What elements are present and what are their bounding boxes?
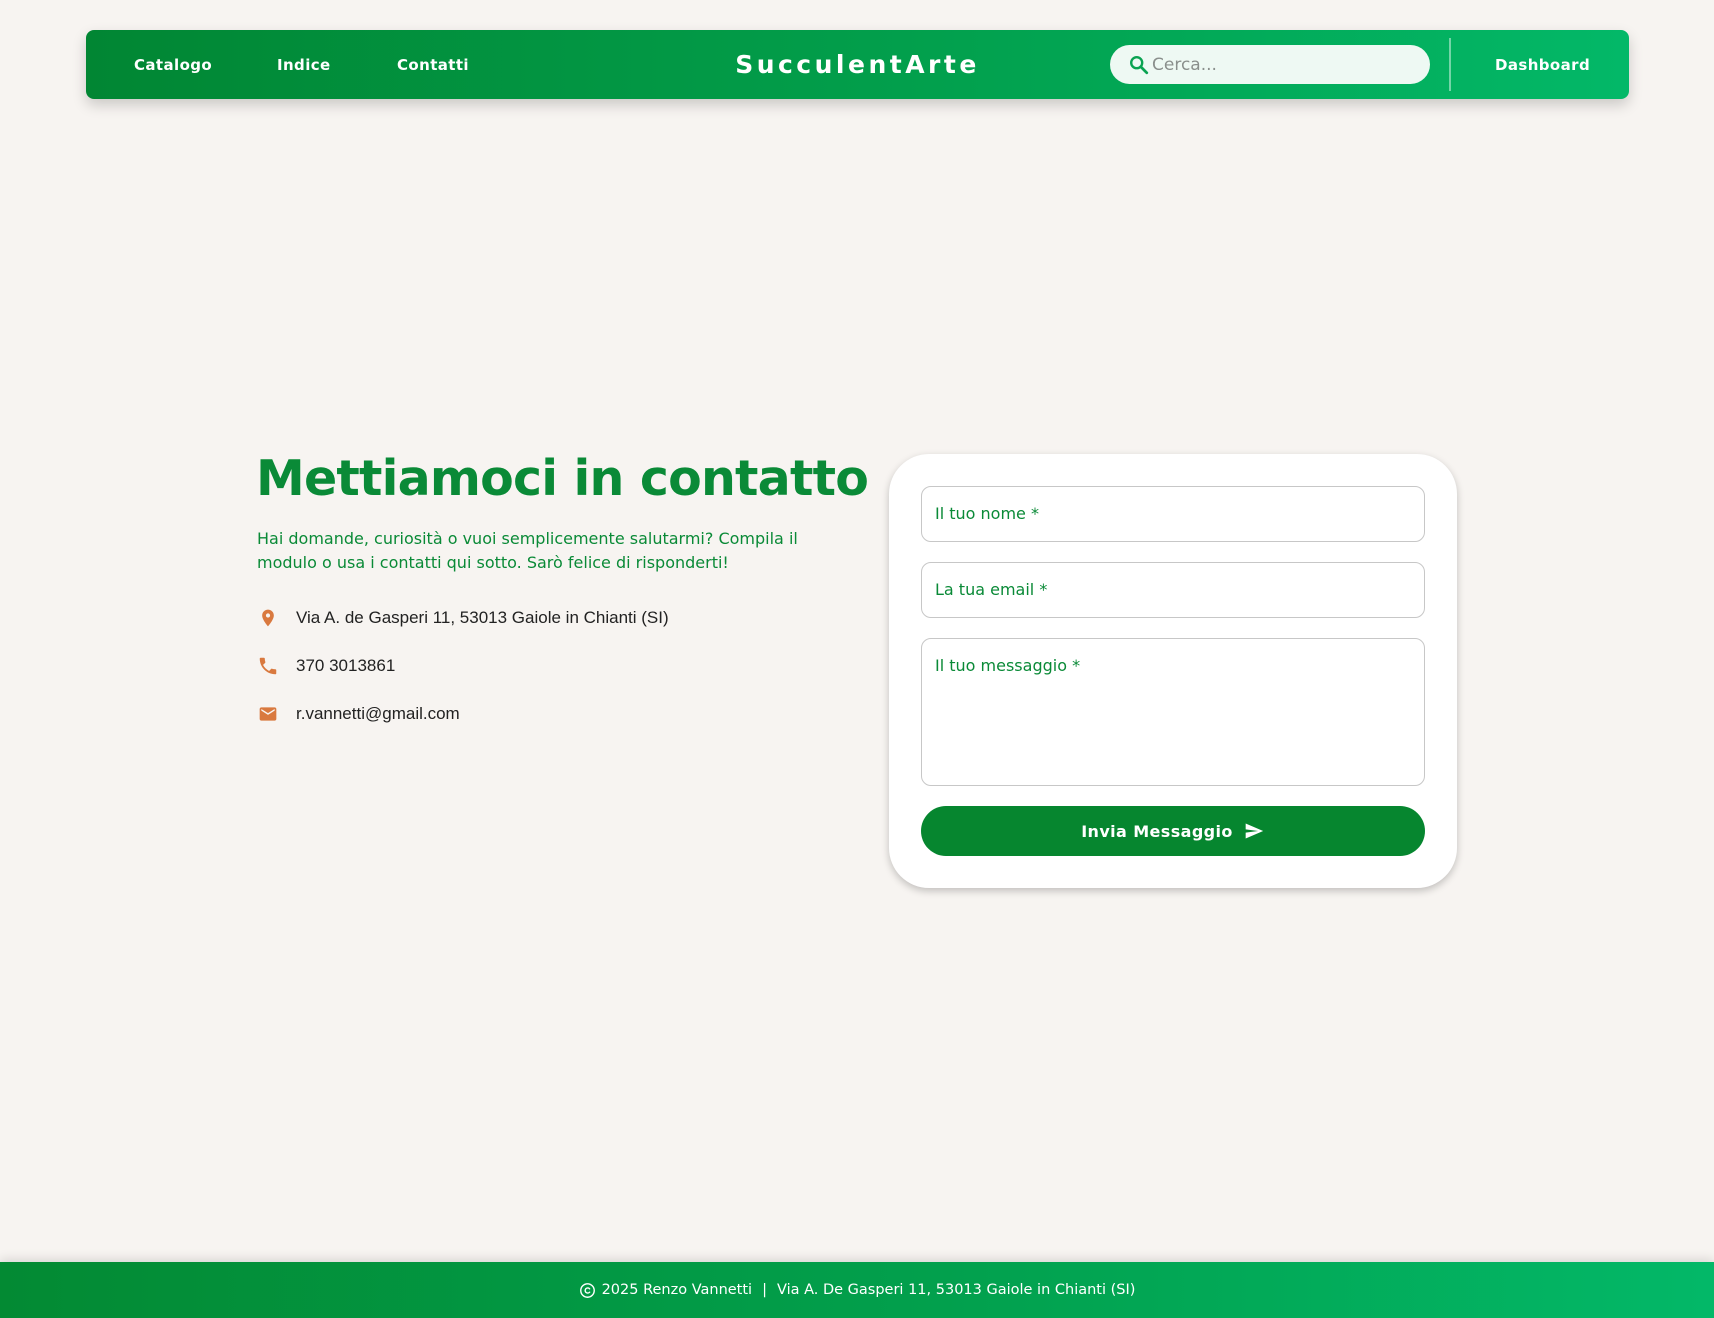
phone-icon bbox=[256, 654, 280, 678]
message-field[interactable]: Il tuo messaggio * bbox=[921, 638, 1425, 786]
mail-icon bbox=[256, 702, 280, 726]
contact-phone: 370 3013861 bbox=[296, 656, 396, 675]
name-field[interactable]: Il tuo nome * bbox=[921, 486, 1425, 542]
footer-copyright: 2025 Renzo Vannetti bbox=[601, 1282, 753, 1298]
contact-address: Via A. de Gasperi 11, 53013 Gaiole in Ch… bbox=[296, 608, 669, 627]
name-field-label: Il tuo nome * bbox=[935, 504, 1039, 523]
search-input[interactable] bbox=[1152, 45, 1422, 84]
send-icon bbox=[1243, 820, 1265, 842]
contact-email-row: r.vannetti@gmail.com bbox=[256, 701, 460, 727]
footer: 2025 Renzo Vannetti | Via A. De Gasperi … bbox=[0, 1262, 1714, 1318]
send-button-label: Invia Messaggio bbox=[1081, 821, 1233, 841]
intro-text: Hai domande, curiosità o vuoi sempliceme… bbox=[257, 529, 798, 572]
send-message-button[interactable]: Invia Messaggio bbox=[921, 806, 1425, 856]
contact-address-row: Via A. de Gasperi 11, 53013 Gaiole in Ch… bbox=[256, 605, 669, 631]
footer-separator: | bbox=[762, 1282, 767, 1298]
copyright-icon bbox=[579, 1282, 596, 1299]
page-title: Mettiamoci in contatto bbox=[256, 450, 869, 507]
nav-link-dashboard[interactable]: Dashboard bbox=[1495, 30, 1590, 99]
nav-link-indice[interactable]: Indice bbox=[277, 30, 331, 99]
top-navbar: Catalogo Indice Contatti SucculentArte D… bbox=[86, 30, 1629, 99]
nav-link-catalogo[interactable]: Catalogo bbox=[134, 30, 212, 99]
email-field[interactable]: La tua email * bbox=[921, 562, 1425, 618]
contact-email: r.vannetti@gmail.com bbox=[296, 704, 460, 723]
nav-link-contatti[interactable]: Contatti bbox=[397, 30, 469, 99]
contact-phone-row: 370 3013861 bbox=[256, 653, 395, 679]
footer-address: Via A. De Gasperi 11, 53013 Gaiole in Ch… bbox=[776, 1282, 1136, 1298]
location-pin-icon bbox=[256, 606, 280, 630]
nav-divider bbox=[1449, 38, 1451, 91]
email-field-label: La tua email * bbox=[935, 580, 1048, 599]
message-field-label: Il tuo messaggio * bbox=[935, 656, 1081, 675]
search-box[interactable] bbox=[1110, 45, 1430, 84]
search-icon bbox=[1128, 54, 1150, 76]
contact-form: Il tuo nome * La tua email * Il tuo mess… bbox=[889, 454, 1457, 888]
